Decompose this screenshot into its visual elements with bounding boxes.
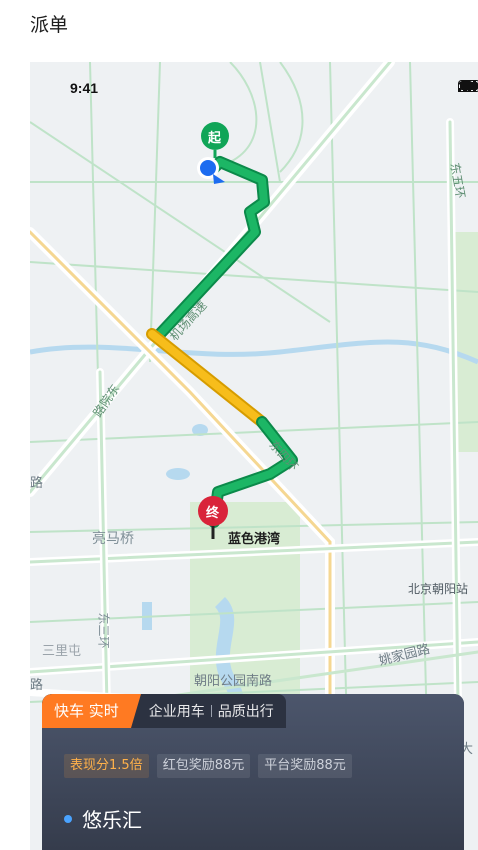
- page-title: 派单: [30, 14, 69, 36]
- tab-divider: [210, 705, 212, 717]
- status-time: 9:41: [70, 80, 99, 96]
- tag-platform: 平台奖励88元: [258, 754, 352, 778]
- end-marker-label: 终: [206, 505, 220, 520]
- tag-red-packet: 红包奖励88元: [156, 754, 251, 778]
- start-marker-label: 起: [208, 130, 222, 145]
- destination-dot-icon: [64, 814, 72, 823]
- tag-performance: 表现分1.5倍: [64, 754, 149, 778]
- road-label-sanlitun: 三里屯: [42, 643, 82, 658]
- destination-row: 悠乐汇: [64, 804, 142, 833]
- road-label-left-a: 路: [30, 677, 44, 692]
- tab-express-realtime[interactable]: 快车 实时: [42, 694, 141, 728]
- park-area: [455, 232, 478, 452]
- order-panel[interactable]: 快车 实时 企业用车 品质出行 表现分1.5倍 红包奖励88元 平台奖励88元 …: [42, 694, 464, 850]
- other-tabs: 企业用车 品质出行: [130, 694, 286, 728]
- route-green-1: [156, 158, 268, 338]
- tab-enterprise[interactable]: 企业用车: [149, 701, 205, 721]
- tab-quality[interactable]: 品质出行: [218, 701, 274, 721]
- route-green-outline: [154, 156, 270, 340]
- battery-icon: [458, 80, 478, 92]
- reward-tags: 表现分1.5倍 红包奖励88元 平台奖励88元: [64, 754, 352, 778]
- poi-label: 蓝色港湾: [228, 531, 281, 546]
- current-location-dot: [200, 160, 216, 176]
- road-label-left-b: 路: [30, 475, 44, 490]
- station-label: 北京朝阳站: [408, 582, 469, 596]
- order-type-tabs: 快车 实时 企业用车 品质出行: [42, 694, 286, 728]
- road-label-liangma: 亮马桥: [92, 530, 134, 546]
- destination-name: 悠乐汇: [82, 808, 142, 832]
- pond: [166, 468, 190, 480]
- road-label-third-ring: 东三环: [96, 612, 111, 649]
- road-label-chaoyang-park: 朝阳公园南路: [194, 673, 273, 688]
